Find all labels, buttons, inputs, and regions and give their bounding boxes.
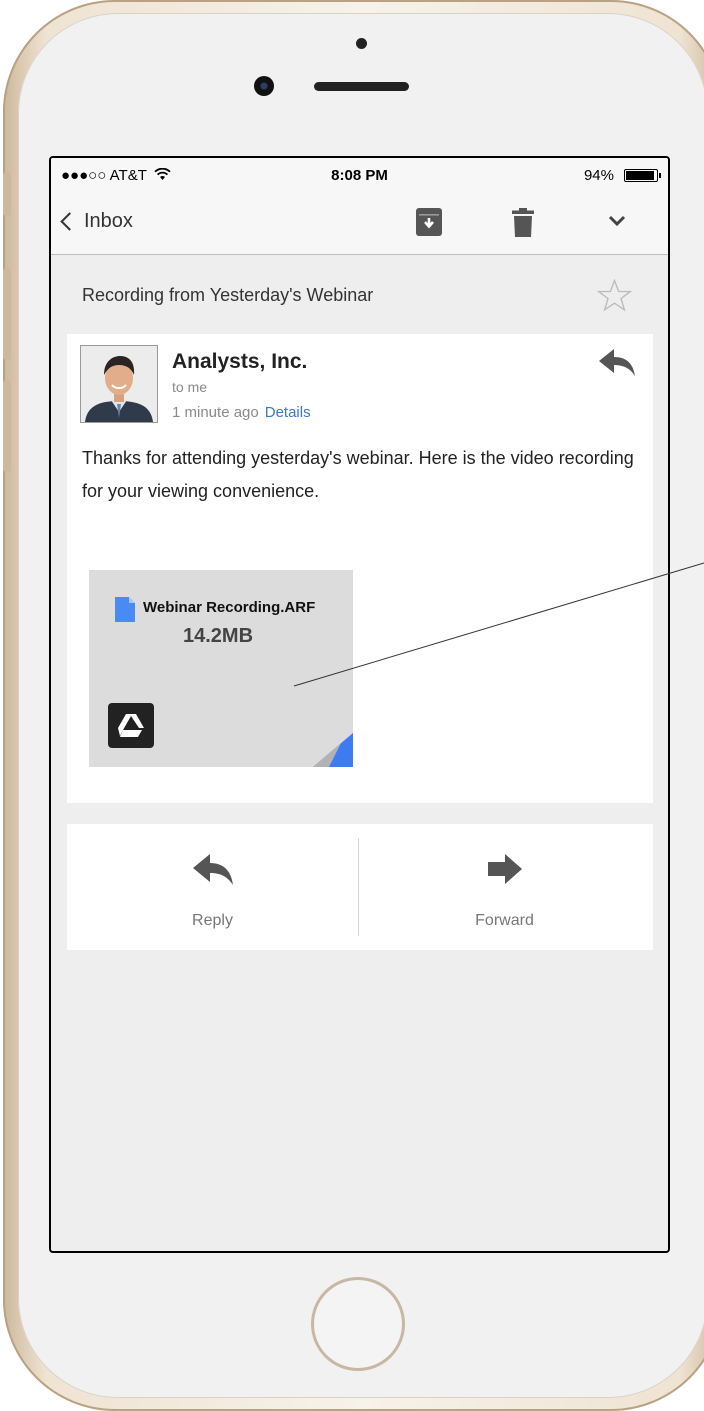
volume-down-button: [3, 380, 11, 472]
earpiece-speaker: [314, 82, 409, 91]
battery-icon: [624, 169, 661, 182]
proximity-sensor: [356, 38, 367, 49]
file-icon: [115, 597, 135, 622]
phone-screen: ●●●○○ AT&T 8:08 PM 94% Inbox Recording f…: [49, 156, 670, 1253]
star-icon[interactable]: [597, 279, 632, 312]
email-message-card: Analysts, Inc. to me 1 minute ago Details…: [67, 334, 653, 803]
attachment-card[interactable]: Webinar Recording.ARF 14.2MB: [89, 570, 353, 767]
back-label: Inbox: [84, 210, 133, 232]
front-camera: [254, 76, 274, 96]
mute-switch: [3, 172, 11, 216]
email-meta: 1 minute ago Details: [172, 404, 311, 421]
page-fold-icon: [313, 733, 353, 767]
person-portrait-icon: [81, 346, 157, 422]
reply-label: Reply: [192, 912, 233, 929]
back-to-inbox-button[interactable]: Inbox: [60, 210, 133, 233]
status-bar: ●●●○○ AT&T 8:08 PM 94%: [51, 158, 668, 194]
trash-icon[interactable]: [512, 208, 534, 237]
reply-icon[interactable]: [598, 348, 636, 378]
attachment-name: Webinar Recording.ARF: [143, 599, 316, 616]
attachment-size: 14.2MB: [183, 625, 254, 647]
status-time: 8:08 PM: [331, 167, 388, 184]
subject-row: Recording from Yesterday's Webinar: [51, 255, 668, 331]
sender-name: Analysts, Inc.: [172, 350, 308, 373]
archive-icon[interactable]: [416, 208, 442, 236]
recipient-label: to me: [172, 379, 208, 395]
email-subject: Recording from Yesterday's Webinar: [82, 285, 374, 305]
volume-up-button: [3, 268, 11, 360]
email-body: Thanks for attending yesterday's webinar…: [82, 448, 634, 501]
home-button[interactable]: [311, 1277, 405, 1371]
reply-icon: [192, 854, 233, 885]
reply-button[interactable]: Reply: [67, 824, 358, 950]
email-actions-card: Reply Forward: [67, 824, 653, 950]
nav-bar: Inbox: [51, 194, 668, 255]
forward-arrow-icon: [487, 854, 522, 884]
drive-icon: [118, 714, 144, 737]
details-link[interactable]: Details: [265, 404, 311, 421]
forward-label: Forward: [475, 912, 534, 929]
sender-avatar: [80, 345, 158, 423]
email-time-ago: 1 minute ago: [172, 404, 259, 421]
chevron-left-icon: [60, 212, 79, 231]
chevron-down-icon[interactable]: [607, 214, 627, 228]
battery-percent: 94%: [583, 167, 614, 184]
forward-button[interactable]: Forward: [359, 824, 650, 950]
drive-badge[interactable]: [108, 703, 154, 748]
